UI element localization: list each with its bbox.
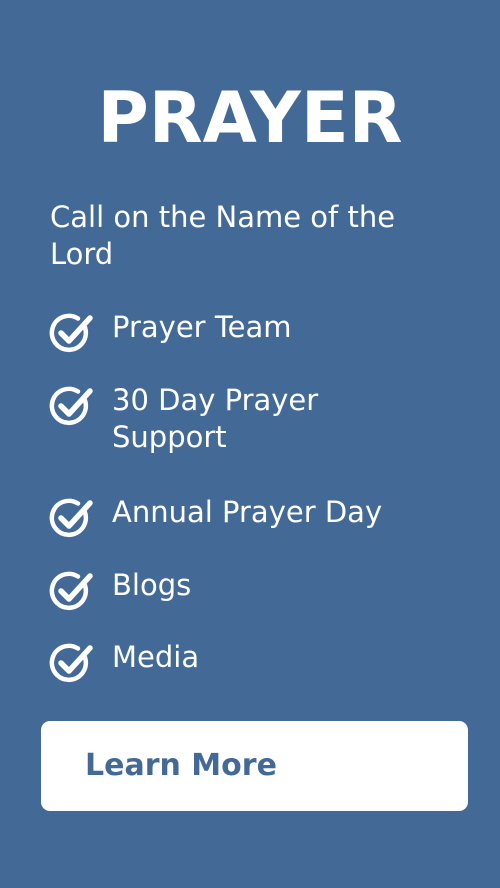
- page-title: PRAYER: [97, 77, 403, 159]
- check-circle-icon: [49, 643, 93, 683]
- learn-more-button[interactable]: Learn More: [41, 721, 468, 811]
- prayer-card: { "title": "PRAYER", "subtitle": "Call o…: [0, 0, 500, 888]
- check-circle-icon: [49, 498, 93, 538]
- subtitle: Call on the Name of the Lord: [50, 200, 396, 271]
- check-circle-icon: [49, 313, 93, 353]
- list-item-label: Annual Prayer Day: [112, 495, 383, 529]
- list-item-label: Prayer Team: [112, 310, 292, 344]
- learn-more-label: Learn More: [85, 748, 277, 783]
- check-circle-icon: [49, 571, 93, 611]
- list-item-label: Blogs: [112, 568, 192, 602]
- list-item-label: Media: [112, 640, 200, 674]
- check-circle-icon: [49, 386, 93, 426]
- list-item-label: 30 Day Prayer Support: [112, 383, 319, 454]
